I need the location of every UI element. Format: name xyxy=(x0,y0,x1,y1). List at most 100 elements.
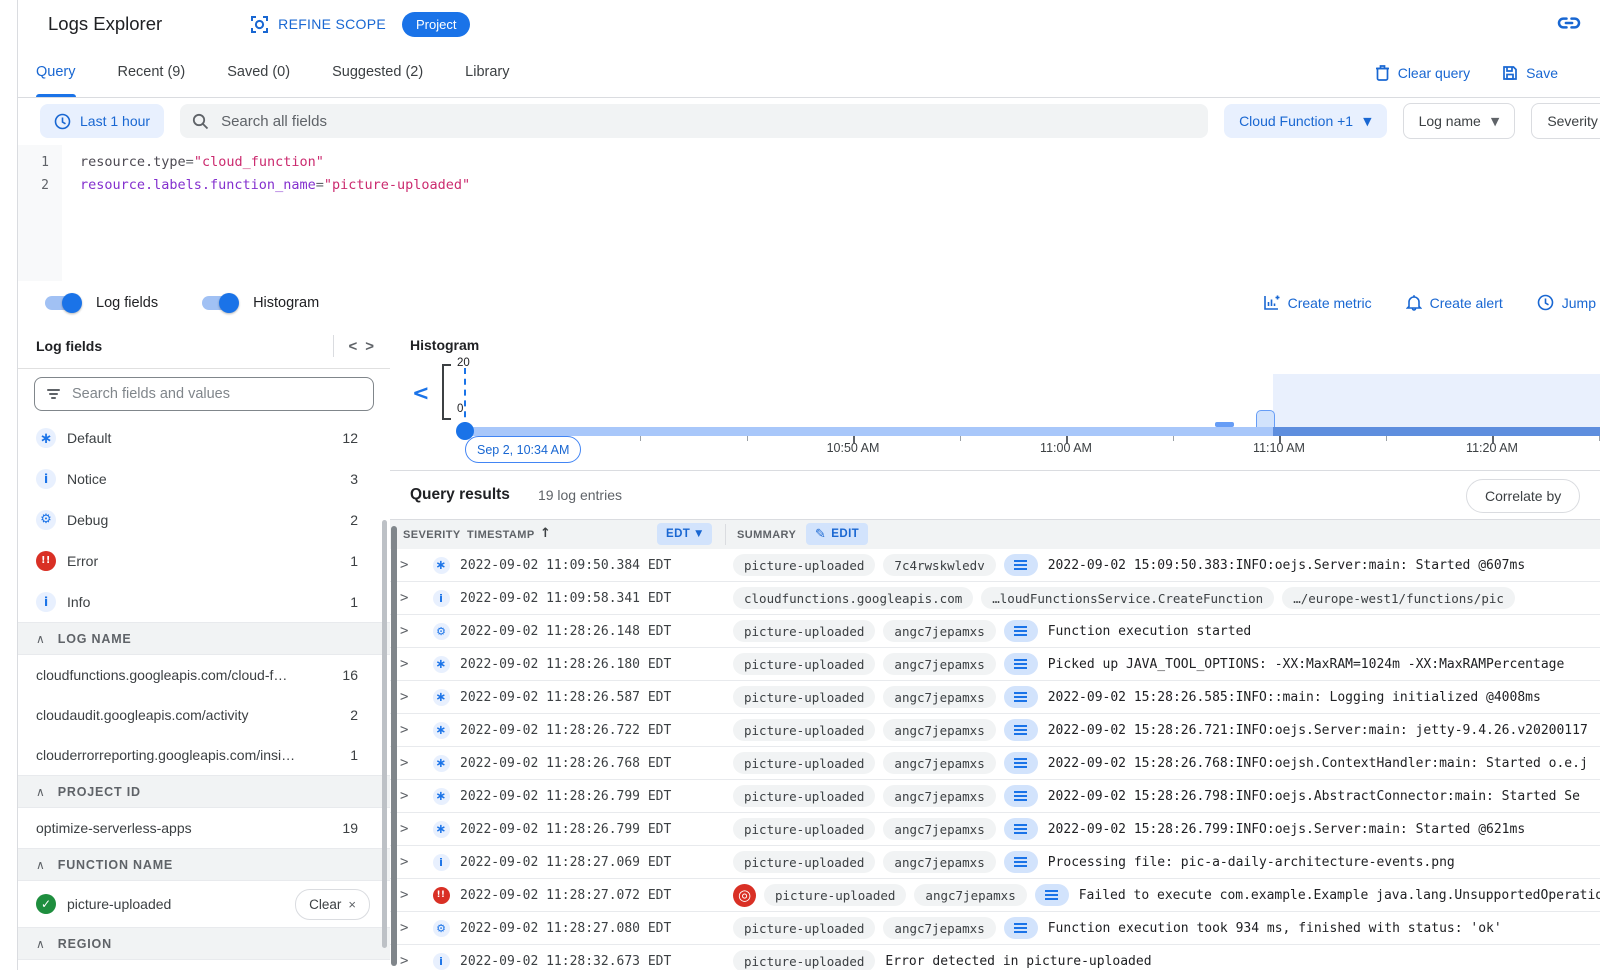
section-header-project-id[interactable]: ∧PROJECT ID xyxy=(18,775,390,808)
log-row[interactable]: >∗2022-09-02 11:28:26.180 EDTpicture-upl… xyxy=(390,648,1600,681)
log-chip[interactable]: picture-uploaded xyxy=(733,719,875,741)
log-chip[interactable]: picture-uploaded xyxy=(733,851,875,873)
log-chip[interactable]: picture-uploaded xyxy=(733,917,875,939)
log-chip[interactable]: angc7jepamxs xyxy=(883,653,995,675)
field-item-cloudaudit-googleapis-com-activity[interactable]: cloudaudit.googleapis.com/activity2 xyxy=(18,695,390,735)
log-name-filter-chip[interactable]: Log name ▼ xyxy=(1403,103,1516,139)
section-header-log-name[interactable]: ∧LOG NAME xyxy=(18,622,390,655)
log-row[interactable]: >!!2022-09-02 11:28:27.072 EDT◎picture-u… xyxy=(390,879,1600,912)
jump-to-now-button[interactable]: Jump xyxy=(1537,294,1596,311)
query-editor[interactable]: 1 2 resource.type="cloud_function" resou… xyxy=(18,145,1600,282)
log-text-chip[interactable] xyxy=(1004,917,1038,939)
refine-scope-button[interactable]: REFINE SCOPE xyxy=(250,15,386,34)
log-row[interactable]: >∗2022-09-02 11:28:26.722 EDTpicture-upl… xyxy=(390,714,1600,747)
log-row[interactable]: >∗2022-09-02 11:28:26.799 EDTpicture-upl… xyxy=(390,813,1600,846)
log-chip[interactable]: picture-uploaded xyxy=(733,950,875,970)
expand-chevron-icon[interactable]: > xyxy=(400,788,422,804)
severity-item-default[interactable]: ∗Default12 xyxy=(18,417,390,458)
results-scrollbar[interactable] xyxy=(391,526,397,966)
expand-chevron-icon[interactable]: > xyxy=(400,557,422,573)
histogram-bar[interactable] xyxy=(1215,422,1234,427)
log-text-chip[interactable] xyxy=(1004,818,1038,840)
log-row[interactable]: >∗2022-09-02 11:28:26.587 EDTpicture-upl… xyxy=(390,681,1600,714)
field-item-picture-uploaded[interactable]: ✓picture-uploadedClear× xyxy=(18,881,390,927)
query-line-1[interactable]: resource.type="cloud_function" xyxy=(80,151,470,174)
log-chip[interactable]: picture-uploaded xyxy=(733,785,875,807)
section-header-function-name[interactable]: ∧FUNCTION NAME xyxy=(18,848,390,881)
severity-item-debug[interactable]: ⚙Debug2 xyxy=(18,499,390,540)
log-text-chip[interactable] xyxy=(1004,554,1038,576)
tab-query[interactable]: Query xyxy=(36,48,76,97)
log-chip[interactable]: picture-uploaded xyxy=(733,554,875,576)
log-chip[interactable]: picture-uploaded xyxy=(733,620,875,642)
share-link-icon[interactable] xyxy=(1554,8,1584,43)
expand-chevron-icon[interactable]: > xyxy=(400,689,422,705)
correlate-by-button[interactable]: Correlate by xyxy=(1466,479,1580,513)
clear-query-button[interactable]: Clear query xyxy=(1375,64,1470,81)
pan-left-icon[interactable]: < xyxy=(412,381,430,405)
severity-filter-chip[interactable]: Severity ▼ xyxy=(1531,103,1600,139)
histogram-timeline-selected[interactable] xyxy=(1273,427,1600,436)
expand-chevron-icon[interactable]: > xyxy=(400,953,422,969)
log-text-chip[interactable] xyxy=(1004,851,1038,873)
log-chip[interactable]: angc7jepamxs xyxy=(883,851,995,873)
query-line-2[interactable]: resource.labels.function_name="picture-u… xyxy=(80,174,470,197)
expand-chevron-icon[interactable]: > xyxy=(400,590,422,606)
expand-panel-icon[interactable]: > xyxy=(361,338,378,355)
expand-chevron-icon[interactable]: > xyxy=(400,623,422,639)
resource-filter-chip[interactable]: Cloud Function +1 ▼ xyxy=(1224,104,1387,138)
log-chip[interactable]: …/europe-west1/functions/pic xyxy=(1282,587,1515,609)
edit-summary-chip[interactable]: ✎ EDIT xyxy=(806,523,868,545)
create-metric-button[interactable]: Create metric xyxy=(1263,294,1372,311)
sort-ascending-icon[interactable]: ↑ xyxy=(540,526,551,541)
expand-chevron-icon[interactable]: > xyxy=(400,854,422,870)
panel-scrollbar[interactable] xyxy=(382,520,387,948)
log-chip[interactable]: angc7jepamxs xyxy=(914,884,1026,906)
log-chip[interactable]: picture-uploaded xyxy=(733,752,875,774)
log-chip[interactable]: angc7jepamxs xyxy=(883,917,995,939)
log-row[interactable]: >∗2022-09-02 11:09:50.384 EDTpicture-upl… xyxy=(390,549,1600,582)
log-chip[interactable]: picture-uploaded xyxy=(764,884,906,906)
tab-saved-0[interactable]: Saved (0) xyxy=(227,48,290,97)
log-text-chip[interactable] xyxy=(1035,884,1069,906)
log-chip[interactable]: cloudfunctions.googleapis.com xyxy=(733,587,973,609)
collapse-panel-icon[interactable]: < xyxy=(344,338,361,355)
field-item-optimize-serverless-apps[interactable]: optimize-serverless-apps19 xyxy=(18,808,390,848)
log-text-chip[interactable] xyxy=(1004,620,1038,642)
field-item-cloudfunctions-googleapis-com-cloud-f[interactable]: cloudfunctions.googleapis.com/cloud-f…16 xyxy=(18,655,390,695)
selected-time-pill[interactable]: Sep 2, 10:34 AM xyxy=(465,436,581,463)
tab-library[interactable]: Library xyxy=(465,48,509,97)
clear-filter-button[interactable]: Clear× xyxy=(295,889,370,920)
column-timestamp[interactable]: TIMESTAMP xyxy=(467,529,535,541)
log-text-chip[interactable] xyxy=(1004,686,1038,708)
log-chip[interactable]: …loudFunctionsService.CreateFunction xyxy=(981,587,1274,609)
search-all-fields-input[interactable] xyxy=(219,112,1196,131)
log-chip[interactable]: picture-uploaded xyxy=(733,686,875,708)
editor-code[interactable]: resource.type="cloud_function" resource.… xyxy=(80,151,470,197)
log-row[interactable]: >i2022-09-02 11:09:58.341 EDTcloudfuncti… xyxy=(390,582,1600,615)
severity-item-notice[interactable]: iNotice3 xyxy=(18,458,390,499)
log-text-chip[interactable] xyxy=(1004,719,1038,741)
log-chip[interactable]: angc7jepamxs xyxy=(883,752,995,774)
tab-suggested-2[interactable]: Suggested (2) xyxy=(332,48,423,97)
expand-chevron-icon[interactable]: > xyxy=(400,755,422,771)
log-fields-toggle[interactable] xyxy=(45,296,79,310)
log-row[interactable]: >i2022-09-02 11:28:32.673 EDTpicture-upl… xyxy=(390,945,1600,970)
log-text-chip[interactable] xyxy=(1004,752,1038,774)
log-chip[interactable]: angc7jepamxs xyxy=(883,818,995,840)
log-chip[interactable]: angc7jepamxs xyxy=(883,719,995,741)
expand-chevron-icon[interactable]: > xyxy=(400,722,422,738)
expand-chevron-icon[interactable]: > xyxy=(400,920,422,936)
expand-chevron-icon[interactable]: > xyxy=(400,821,422,837)
histogram-bar[interactable] xyxy=(1256,410,1275,427)
create-alert-button[interactable]: Create alert xyxy=(1406,294,1503,311)
timezone-chip[interactable]: EDT ▼ xyxy=(657,523,712,545)
field-item-clouderrorreporting-googleapis-com-insi[interactable]: clouderrorreporting.googleapis.com/insi…… xyxy=(18,735,390,775)
severity-item-info[interactable]: iInfo1 xyxy=(18,581,390,622)
save-button[interactable]: Save xyxy=(1502,65,1558,81)
log-row[interactable]: >i2022-09-02 11:28:27.069 EDTpicture-upl… xyxy=(390,846,1600,879)
section-header-region[interactable]: ∧REGION xyxy=(18,927,390,960)
log-row[interactable]: >⚙2022-09-02 11:28:27.080 EDTpicture-upl… xyxy=(390,912,1600,945)
tab-recent-9[interactable]: Recent (9) xyxy=(118,48,186,97)
severity-item-error[interactable]: !!Error1 xyxy=(18,540,390,581)
